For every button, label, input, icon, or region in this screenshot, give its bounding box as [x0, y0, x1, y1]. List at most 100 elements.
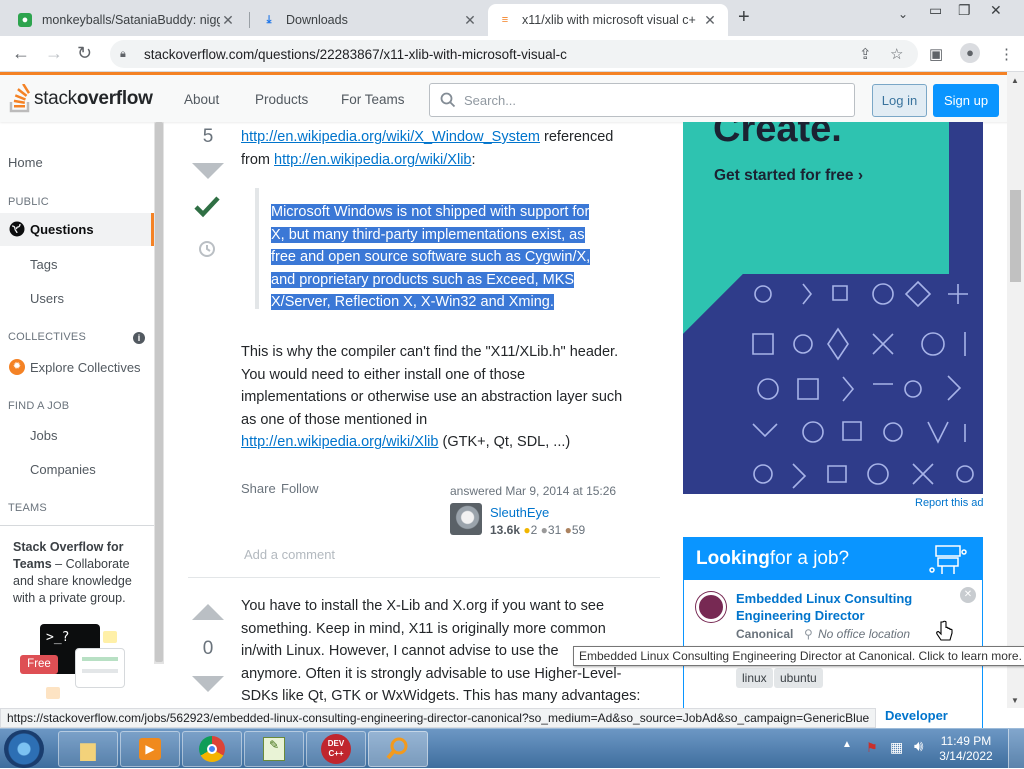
sidebar-item-questions[interactable]: Questions	[0, 213, 154, 246]
volume-icon[interactable]: 🔊︎	[914, 738, 923, 755]
sidebar-item-explore-collectives[interactable]: Explore Collectives	[30, 360, 141, 375]
browser-tab-stackoverflow[interactable]: ≡ x11/xlib with microsoft visual c+ ✕	[488, 4, 728, 36]
answer-paragraph: This is why the compiler can't find the …	[241, 344, 623, 450]
user-name-link[interactable]: SleuthEye	[490, 505, 549, 520]
wikipedia-x-window-link[interactable]: http://en.wikipedia.org/wiki/X_Window_Sy…	[241, 129, 540, 145]
forward-icon[interactable]: →	[45, 43, 63, 64]
speech-bubble-icon	[103, 631, 117, 643]
address-bar[interactable]: 🔒︎ stackoverflow.com/questions/22283867/…	[110, 40, 918, 68]
divider	[0, 525, 154, 526]
network-icon[interactable]: ▦	[890, 739, 903, 756]
nav-products[interactable]: Products	[255, 92, 308, 107]
search-tool-taskbar-button[interactable]	[368, 731, 428, 767]
dismiss-job-icon[interactable]: ✕	[960, 587, 976, 603]
history-icon[interactable]	[197, 239, 217, 259]
upvote-icon[interactable]	[192, 604, 224, 620]
signup-button[interactable]: Sign up	[933, 84, 999, 117]
close-tab-icon[interactable]: ✕	[462, 12, 478, 29]
sidebar-item-companies[interactable]: Companies	[30, 462, 96, 477]
wikipedia-xlib-link[interactable]: http://en.wikipedia.org/wiki/Xlib	[241, 434, 438, 450]
stackoverflow-logo[interactable]: stackoverflow	[8, 84, 153, 114]
nav-for-teams[interactable]: For Teams	[341, 92, 405, 107]
job-location: No office location	[818, 627, 911, 641]
quote-line: X, but many third-party implementations …	[271, 226, 585, 243]
login-button[interactable]: Log in	[872, 84, 927, 117]
explorer-taskbar-button[interactable]: ▆	[58, 731, 118, 767]
new-tab-icon[interactable]: +	[738, 6, 750, 29]
notepad-taskbar-button[interactable]: ✎	[244, 731, 304, 767]
silver-badge-icon: ●	[540, 523, 548, 537]
tab-search-icon[interactable]: ⌄	[898, 7, 908, 21]
minimize-icon[interactable]: ▭	[929, 2, 942, 19]
scrollbar-thumb[interactable]	[155, 122, 163, 662]
info-icon[interactable]: i	[133, 332, 145, 344]
quote-line: and proprietary products such as Exceed,…	[271, 271, 575, 288]
side-panel-icon[interactable]: ▣	[929, 45, 943, 63]
sidebar-item-home[interactable]: Home	[8, 155, 43, 170]
media-player-taskbar-button[interactable]: ▶	[120, 731, 180, 767]
tab-title: Downloads	[286, 13, 348, 27]
share-link[interactable]: Share	[241, 481, 276, 496]
scrollbar-thumb[interactable]	[1010, 190, 1021, 282]
next-job-link[interactable]: Developer	[885, 708, 948, 723]
close-tab-icon[interactable]: ✕	[702, 12, 718, 29]
advertisement[interactable]: Create. Get started for free ›	[683, 122, 983, 494]
search-input[interactable]: Search...	[429, 83, 855, 117]
share-icon[interactable]: ⇪	[859, 45, 872, 63]
job-board-icon	[929, 545, 967, 574]
jobs-widget-header: Looking for a job?	[684, 538, 982, 580]
sidebar-item-tags[interactable]: Tags	[30, 257, 57, 272]
address-url[interactable]: stackoverflow.com/questions/22283867/x11…	[144, 47, 567, 62]
job-tag-ubuntu[interactable]: ubuntu	[774, 668, 823, 688]
restore-icon[interactable]: ❐	[958, 2, 971, 19]
user-avatar[interactable]	[450, 503, 482, 535]
add-comment-link[interactable]: Add a comment	[244, 547, 335, 562]
ad-headline: Create.	[713, 122, 842, 150]
quote-line: Microsoft Windows is not shipped with su…	[271, 204, 590, 220]
media-player-icon: ▶	[139, 738, 161, 760]
downvote-icon[interactable]	[192, 163, 224, 179]
show-hidden-icons[interactable]: ▲	[842, 739, 852, 750]
answer-text: from http://en.wikipedia.org/wiki/Xlib:	[241, 152, 476, 168]
answer-text: http://en.wikipedia.org/wiki/X_Window_Sy…	[241, 129, 614, 145]
browser-tab-downloads[interactable]: ⤓ Downloads ✕	[252, 4, 488, 36]
close-tab-icon[interactable]: ✕	[220, 12, 236, 29]
ad-cta[interactable]: Get started for free ›	[714, 167, 863, 185]
bronze-badge-icon: ●	[564, 523, 572, 537]
chrome-taskbar-button[interactable]	[182, 731, 242, 767]
close-window-icon[interactable]: ✕	[990, 2, 1002, 19]
follow-link[interactable]: Follow	[281, 481, 319, 496]
profile-avatar-icon[interactable]: ●	[960, 43, 980, 63]
wikipedia-xlib-link[interactable]: http://en.wikipedia.org/wiki/Xlib	[274, 152, 471, 168]
sidebar-item-jobs[interactable]: Jobs	[30, 428, 57, 443]
browser-tab-github[interactable]: ● monkeyballs/SataniaBuddy: nigg ✕	[8, 4, 246, 36]
sidebar-item-users[interactable]: Users	[30, 291, 64, 306]
nav-about[interactable]: About	[184, 92, 219, 107]
speech-bubble-icon	[46, 687, 60, 699]
taskbar-clock[interactable]: 11:49 PM 3/14/2022	[936, 734, 996, 764]
bookmark-star-icon[interactable]: ☆	[890, 45, 903, 63]
job-tag-linux[interactable]: linux	[736, 668, 773, 688]
scroll-up-icon[interactable]: ▲	[1011, 76, 1019, 85]
back-icon[interactable]: ←	[12, 43, 30, 64]
site-header: stackoverflow About Products For Teams S…	[0, 72, 1012, 122]
start-button-icon[interactable]	[4, 730, 44, 768]
link-status-bar: https://stackoverflow.com/jobs/562923/em…	[0, 708, 877, 728]
teams-promo-text: Stack Overflow for Teams – Collaborate a…	[13, 539, 143, 607]
reload-icon[interactable]: ↻	[77, 43, 92, 64]
downvote-icon[interactable]	[192, 676, 224, 692]
gold-badge-icon: ●	[523, 523, 531, 537]
job-title-link[interactable]: Embedded Linux Consulting Engineering Di…	[736, 590, 936, 624]
scroll-down-icon[interactable]: ▼	[1011, 696, 1019, 705]
report-ad-link[interactable]: Report this ad	[915, 497, 983, 509]
show-desktop-button[interactable]	[1008, 729, 1024, 769]
sidebar-scrollbar[interactable]	[154, 122, 164, 664]
devcpp-icon: DEV C++	[321, 734, 351, 764]
devcpp-taskbar-button[interactable]: DEV C++	[306, 731, 366, 767]
action-center-icon[interactable]: ⚑	[866, 740, 878, 756]
vote-count: 0	[202, 638, 214, 659]
canonical-logo	[696, 592, 726, 622]
browser-menu-icon[interactable]: ⋮	[999, 45, 1014, 63]
free-badge: Free	[20, 655, 58, 674]
page-scrollbar[interactable]: ▲ ▼	[1007, 72, 1024, 708]
